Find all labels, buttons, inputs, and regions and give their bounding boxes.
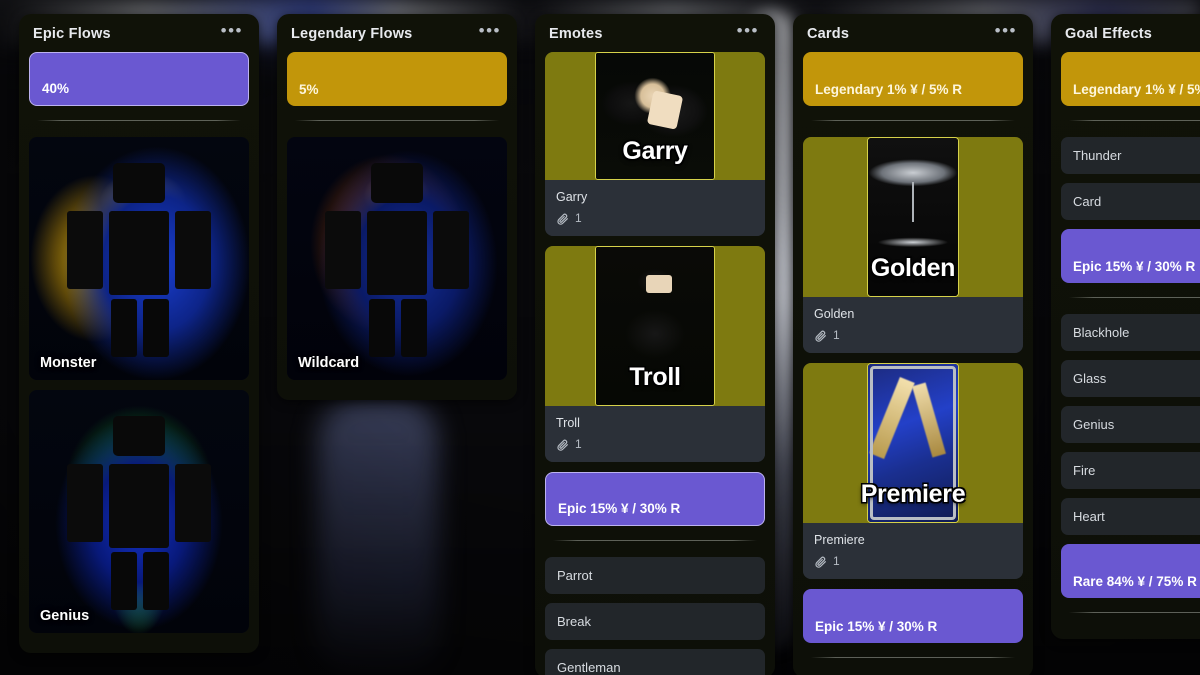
list-item[interactable]: Card <box>1061 183 1200 220</box>
paperclip-icon <box>815 330 826 342</box>
column-header-legendary-flows: Legendary Flows ••• <box>277 14 517 52</box>
card-cover-image: Garry <box>545 52 765 180</box>
attachment-badge: 1 <box>556 211 754 225</box>
avatar-silhouette <box>307 159 487 359</box>
cover-overlay-text: Golden <box>870 254 956 282</box>
attachment-count: 1 <box>575 211 582 225</box>
list-divider <box>37 120 241 121</box>
column-body-epic-flows: 40% Monster Genius <box>19 52 259 653</box>
list-item[interactable]: Thunder <box>1061 137 1200 174</box>
column-emotes[interactable]: Emotes ••• Garry Garry 1 Troll Troll 1 E… <box>535 14 775 675</box>
column-title: Legendary Flows <box>291 26 413 42</box>
list-item[interactable]: Blackhole <box>1061 314 1200 351</box>
list-item[interactable]: Break <box>545 603 765 640</box>
list-divider <box>553 540 757 541</box>
card-meta: Troll 1 <box>545 406 765 462</box>
list-item[interactable]: Heart <box>1061 498 1200 535</box>
attachment-card-golden[interactable]: Golden Golden 1 <box>803 137 1023 353</box>
card-title: Garry <box>556 190 588 204</box>
cover-overlay-text: Troll <box>629 363 681 391</box>
paperclip-icon <box>557 213 568 225</box>
paperclip-icon <box>557 439 568 451</box>
list-divider <box>1069 612 1200 613</box>
card-percentage-banner[interactable]: 40% <box>29 52 249 106</box>
card-cover-image: Premiere <box>803 363 1023 523</box>
card-title: Golden <box>814 307 855 321</box>
flow-card-label: Monster <box>40 355 97 371</box>
column-menu-icon[interactable]: ••• <box>987 22 1019 41</box>
list-item[interactable]: Gentleman <box>545 649 765 675</box>
cover-overlay-text: Premiere <box>860 480 966 508</box>
column-body-goal-effects: Legendary 1% ¥ / 5% R Thunder Card Epic … <box>1051 52 1200 639</box>
list-divider <box>811 120 1015 121</box>
card-cover-image: Golden <box>803 137 1023 297</box>
column-body-legendary-flows: 5% Wildcard <box>277 52 517 400</box>
attachment-badge: 1 <box>556 437 754 451</box>
card-meta: Premiere 1 <box>803 523 1023 579</box>
card-percentage-banner[interactable]: 5% <box>287 52 507 106</box>
card-rarity-banner[interactable]: Epic 15% ¥ / 30% R <box>545 472 765 526</box>
card-rarity-banner[interactable]: Legendary 1% ¥ / 5% R <box>803 52 1023 106</box>
column-title: Cards <box>807 26 850 42</box>
flow-card-genius[interactable]: Genius <box>29 390 249 633</box>
list-item[interactable]: Fire <box>1061 452 1200 489</box>
column-body-cards: Legendary 1% ¥ / 5% R Golden Golden 1 Pr… <box>793 52 1033 675</box>
list-divider <box>811 657 1015 658</box>
column-goal-effects[interactable]: Goal Effects ••• Legendary 1% ¥ / 5% R T… <box>1051 14 1200 639</box>
flow-card-label: Genius <box>40 608 90 624</box>
column-epic-flows[interactable]: Epic Flows ••• 40% Monster Genius <box>19 14 259 653</box>
attachment-badge: 1 <box>814 328 1012 342</box>
paperclip-icon <box>815 556 826 568</box>
avatar-silhouette <box>49 159 229 359</box>
column-title: Epic Flows <box>33 26 111 42</box>
column-body-emotes: Garry Garry 1 Troll Troll 1 Epic 15% ¥ /… <box>535 52 775 675</box>
column-cards[interactable]: Cards ••• Legendary 1% ¥ / 5% R Golden G… <box>793 14 1033 675</box>
card-meta: Golden 1 <box>803 297 1023 353</box>
list-item[interactable]: Genius <box>1061 406 1200 443</box>
avatar-silhouette <box>49 412 229 612</box>
card-title: Troll <box>556 416 580 430</box>
flow-card-monster[interactable]: Monster <box>29 137 249 380</box>
card-rarity-banner[interactable]: Rare 84% ¥ / 75% R <box>1061 544 1200 598</box>
list-divider <box>1069 120 1200 121</box>
card-rarity-banner[interactable]: Legendary 1% ¥ / 5% R <box>1061 52 1200 106</box>
list-item[interactable]: Glass <box>1061 360 1200 397</box>
flow-card-wildcard[interactable]: Wildcard <box>287 137 507 380</box>
flow-card-label: Wildcard <box>298 355 360 371</box>
card-title: Premiere <box>814 533 865 547</box>
attachment-card-premiere[interactable]: Premiere Premiere 1 <box>803 363 1023 579</box>
attachment-card-garry[interactable]: Garry Garry 1 <box>545 52 765 236</box>
column-title: Goal Effects <box>1065 26 1153 42</box>
attachment-count: 1 <box>833 554 840 568</box>
attachment-count: 1 <box>575 437 582 451</box>
list-item[interactable]: Parrot <box>545 557 765 594</box>
list-divider <box>1069 297 1200 298</box>
attachment-badge: 1 <box>814 554 1012 568</box>
column-legendary-flows[interactable]: Legendary Flows ••• 5% Wildcard <box>277 14 517 400</box>
column-header-emotes: Emotes ••• <box>535 14 775 52</box>
cover-overlay-text: Garry <box>622 137 688 165</box>
card-cover-image: Troll <box>545 246 765 406</box>
board-columns-container: Epic Flows ••• 40% Monster Genius Legend… <box>0 0 1200 675</box>
trello-board-screen: Epic Flows ••• 40% Monster Genius Legend… <box>0 0 1200 675</box>
column-header-cards: Cards ••• <box>793 14 1033 52</box>
column-header-epic-flows: Epic Flows ••• <box>19 14 259 52</box>
column-title: Emotes <box>549 26 603 42</box>
attachment-count: 1 <box>833 328 840 342</box>
column-menu-icon[interactable]: ••• <box>729 22 761 41</box>
column-menu-icon[interactable]: ••• <box>471 22 503 41</box>
column-header-goal-effects: Goal Effects ••• <box>1051 14 1200 52</box>
column-menu-icon[interactable]: ••• <box>213 22 245 41</box>
card-rarity-banner[interactable]: Epic 15% ¥ / 30% R <box>1061 229 1200 283</box>
attachment-card-troll[interactable]: Troll Troll 1 <box>545 246 765 462</box>
card-meta: Garry 1 <box>545 180 765 236</box>
list-divider <box>295 120 499 121</box>
card-rarity-banner[interactable]: Epic 15% ¥ / 30% R <box>803 589 1023 643</box>
